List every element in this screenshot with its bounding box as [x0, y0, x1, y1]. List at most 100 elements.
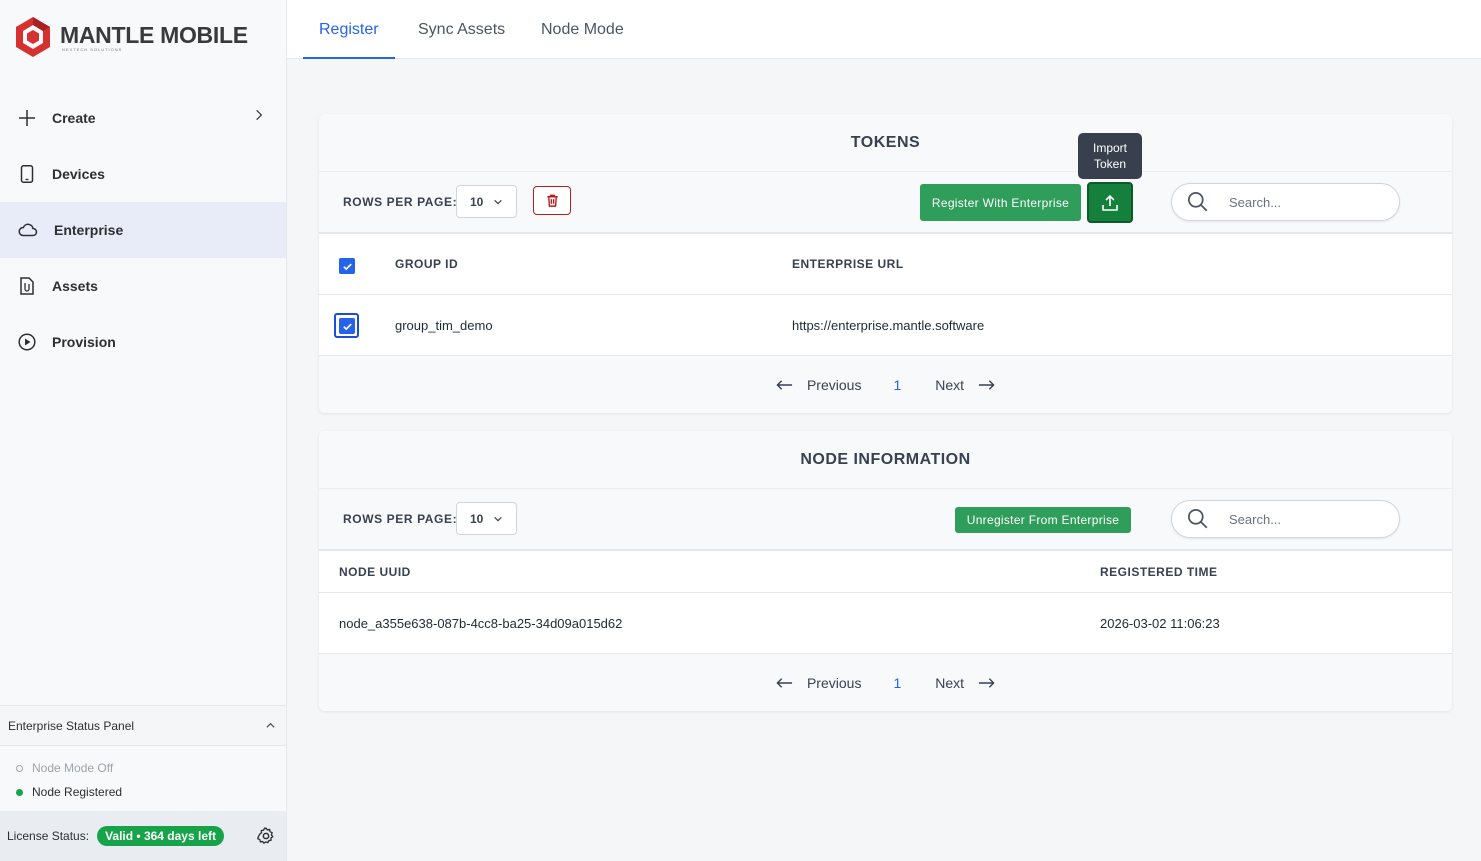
check-icon	[342, 263, 352, 270]
group-id-cell: group_tim_demo	[395, 317, 493, 333]
file-icon	[20, 277, 34, 295]
node-mode-status: Node Mode Off	[16, 756, 270, 780]
phone-icon	[20, 165, 34, 183]
sidebar-item-create[interactable]: Create	[0, 90, 286, 146]
tokens-table-header: GROUP ID ENTERPRISE URL	[319, 234, 1452, 295]
previous-label: Previous	[806, 376, 862, 393]
arrow-left-icon	[776, 677, 793, 688]
status-panel-header[interactable]: Enterprise Status Panel	[0, 705, 286, 746]
search-icon	[1187, 191, 1208, 212]
previous-page-button[interactable]: Previous	[776, 675, 861, 691]
sidebar-item-label: Assets	[52, 278, 98, 294]
cloud-icon	[18, 223, 38, 237]
status-panel-title: Enterprise Status Panel	[8, 718, 135, 733]
next-page-button[interactable]: Next	[935, 377, 995, 393]
column-enterprise-url[interactable]: ENTERPRISE URL	[792, 234, 904, 294]
next-label: Next	[935, 674, 965, 691]
sidebar-item-assets[interactable]: Assets	[0, 258, 286, 314]
sidebar-item-provision[interactable]: Provision	[0, 314, 286, 370]
sidebar-item-devices[interactable]: Devices	[0, 146, 286, 202]
delete-button[interactable]	[533, 186, 571, 215]
sidebar-item-enterprise[interactable]: Enterprise	[0, 202, 286, 258]
status-dot-icon	[16, 764, 23, 772]
search-icon	[1187, 508, 1208, 529]
registered-time-cell: 2026-03-02 11:06:23	[1100, 615, 1220, 631]
brand-logo[interactable]: MANTLE MOBILE NEXTECH SOLUTIONS	[14, 16, 248, 58]
rows-per-page-value: 10	[470, 194, 484, 209]
tab-sync-assets[interactable]: Sync Assets	[418, 0, 505, 59]
arrow-left-icon	[776, 379, 793, 390]
enterprise-url-cell: https://enterprise.mantle.software	[792, 317, 985, 333]
table-row[interactable]: node_a355e638-087b-4cc8-ba25-34d09a015d6…	[319, 593, 1452, 654]
license-label: License Status:	[7, 829, 90, 843]
node-information-card: NODE INFORMATION ROWS PER PAGE: 10 Unreg…	[319, 431, 1452, 711]
register-with-enterprise-button[interactable]: Register With Enterprise	[920, 184, 1081, 221]
node-registered-label: Node Registered	[32, 785, 123, 799]
brand-title: MANTLE MOBILE	[60, 21, 248, 48]
search-placeholder: Search...	[1229, 194, 1282, 210]
brand-subtitle: NEXTECH SOLUTIONS	[62, 46, 123, 52]
row-checkbox[interactable]	[339, 318, 355, 334]
column-node-uuid[interactable]: NODE UUID	[339, 551, 411, 592]
status-panel-body: Node Mode Off Node Registered	[0, 746, 286, 814]
check-icon	[342, 323, 352, 330]
tooltip-text: Import Token	[1092, 141, 1127, 171]
node-information-title: NODE INFORMATION	[319, 431, 1452, 488]
rows-per-page-value: 10	[470, 511, 484, 526]
tokens-card: TOKENS ROWS PER PAGE: 10 Register With E…	[319, 114, 1452, 413]
upload-icon	[1102, 194, 1118, 211]
license-badge: Valid • 364 days left	[97, 826, 224, 846]
column-registered-time[interactable]: REGISTERED TIME	[1100, 551, 1218, 592]
rows-per-page-label: ROWS PER PAGE:	[343, 195, 458, 209]
node-pagination: Previous 1 Next	[319, 654, 1452, 711]
import-token-tooltip: Import Token	[1078, 133, 1142, 179]
sidebar-item-label: Create	[52, 110, 96, 126]
column-group-id[interactable]: GROUP ID	[395, 234, 458, 294]
mantle-logo-icon	[16, 17, 50, 57]
sidebar-item-label: Enterprise	[54, 222, 124, 238]
tokens-search-input[interactable]: Search...	[1171, 183, 1400, 221]
license-status: License Status: Valid • 364 days left	[0, 811, 286, 861]
chevron-down-icon	[494, 199, 503, 204]
unregister-from-enterprise-button[interactable]: Unregister From Enterprise	[955, 507, 1131, 533]
node-registered-status: Node Registered	[16, 780, 270, 804]
arrow-right-icon	[978, 677, 995, 688]
previous-page-button[interactable]: Previous	[776, 377, 861, 393]
chevron-right-icon	[256, 109, 263, 121]
tokens-title: TOKENS	[319, 114, 1452, 171]
arrow-right-icon	[978, 379, 995, 390]
play-circle-icon	[18, 333, 36, 351]
trash-icon	[546, 194, 558, 207]
previous-label: Previous	[806, 674, 862, 691]
search-placeholder: Search...	[1229, 511, 1282, 527]
node-search-input[interactable]: Search...	[1171, 500, 1400, 538]
top-tabs: Register Sync Assets Node Mode	[287, 0, 1481, 59]
tab-node-mode[interactable]: Node Mode	[541, 0, 624, 59]
next-label: Next	[935, 376, 965, 393]
rows-per-page-select[interactable]: 10	[456, 185, 517, 218]
node-mode-label: Node Mode Off	[32, 761, 114, 775]
node-table-header: NODE UUID REGISTERED TIME	[319, 551, 1452, 593]
gear-icon[interactable]	[256, 826, 276, 846]
chevron-up-icon[interactable]	[265, 720, 276, 731]
sidebar-item-label: Devices	[52, 166, 105, 182]
import-token-button[interactable]	[1087, 182, 1133, 223]
rows-per-page-select[interactable]: 10	[456, 502, 517, 535]
plus-icon	[19, 110, 35, 126]
node-uuid-cell: node_a355e638-087b-4cc8-ba25-34d09a015d6…	[339, 615, 623, 631]
enterprise-status-panel: Enterprise Status Panel Node Mode Off No…	[0, 705, 286, 814]
sidebar-item-label: Provision	[52, 334, 116, 350]
tokens-toolbar: ROWS PER PAGE: 10 Register With Enterpri…	[319, 171, 1452, 234]
tab-register[interactable]: Register	[303, 0, 395, 59]
current-page[interactable]: 1	[893, 377, 901, 393]
rows-per-page-label: ROWS PER PAGE:	[343, 512, 458, 526]
next-page-button[interactable]: Next	[935, 675, 995, 691]
select-all-checkbox[interactable]	[339, 258, 355, 274]
status-dot-icon	[16, 788, 23, 796]
current-page[interactable]: 1	[893, 675, 901, 691]
tokens-pagination: Previous 1 Next	[319, 356, 1452, 413]
table-row[interactable]: group_tim_demo https://enterprise.mantle…	[319, 295, 1452, 356]
sidebar-nav: Create Devices Enterprise Assets Provisi…	[0, 90, 286, 370]
sidebar: MANTLE MOBILE NEXTECH SOLUTIONS Create D…	[0, 0, 287, 861]
chevron-down-icon	[494, 516, 503, 521]
